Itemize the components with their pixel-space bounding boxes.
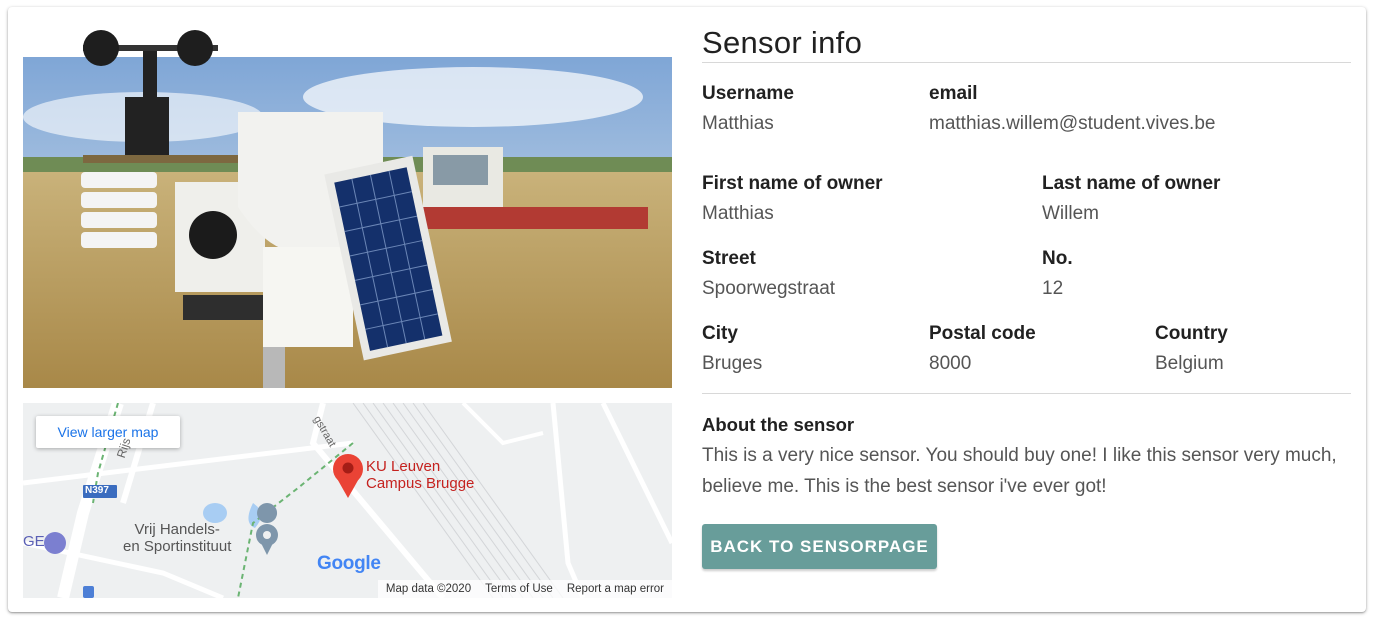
country-value: Belgium	[1155, 353, 1224, 374]
city-label: City	[702, 323, 738, 344]
number-value: 12	[1042, 278, 1064, 299]
map-road-label: N397	[85, 485, 109, 496]
email-label: email	[929, 83, 978, 104]
postal-code-label: Postal code	[929, 323, 1036, 344]
about-label: About the sensor	[702, 414, 855, 435]
map-poi-label[interactable]: Vrij Handels- en Sportinstituut	[123, 521, 231, 555]
google-logo: Google	[317, 553, 381, 574]
map-edge-fragment: GE	[23, 533, 45, 550]
map-report-link[interactable]: Report a map error	[567, 583, 664, 595]
sensor-card: View larger map N397 Rijs gstraat GE KU …	[8, 7, 1366, 612]
map-place-name[interactable]: KU Leuven Campus Brugge	[366, 458, 474, 492]
location-map[interactable]: View larger map N397 Rijs gstraat GE KU …	[23, 403, 672, 598]
country-label: Country	[1155, 323, 1228, 344]
postal-code-value: 8000	[929, 353, 972, 374]
city-value: Bruges	[702, 353, 763, 374]
map-footer: Map data ©2020 Terms of Use Report a map…	[377, 580, 672, 598]
street-label: Street	[702, 248, 756, 269]
sensor-photo	[23, 7, 672, 388]
first-name-value: Matthias	[702, 203, 774, 224]
first-name-label: First name of owner	[702, 173, 883, 194]
map-poi-line1: Vrij Handels-	[134, 521, 220, 538]
map-terms-link[interactable]: Terms of Use	[485, 583, 553, 595]
map-place-line2: Campus Brugge	[366, 475, 475, 492]
view-larger-map-link[interactable]: View larger map	[36, 416, 180, 448]
map-poi-line2: en Sportinstituut	[123, 538, 232, 555]
username-value: Matthias	[702, 113, 774, 134]
title-divider	[702, 62, 1351, 63]
about-divider	[702, 393, 1351, 394]
back-to-sensorpage-button[interactable]: Back to sensorpage	[702, 524, 937, 569]
last-name-label: Last name of owner	[1042, 173, 1221, 194]
street-value: Spoorwegstraat	[702, 278, 836, 299]
username-label: Username	[702, 83, 794, 104]
map-data-attribution: Map data ©2020	[385, 583, 472, 595]
email-value: matthias.willem@student.vives.be	[929, 113, 1216, 134]
about-text: This is a very nice sensor. You should b…	[702, 445, 1337, 497]
number-label: No.	[1042, 248, 1073, 269]
page-title: Sensor info	[702, 25, 863, 60]
map-place-line1: KU Leuven	[366, 458, 441, 475]
last-name-value: Willem	[1042, 203, 1099, 224]
